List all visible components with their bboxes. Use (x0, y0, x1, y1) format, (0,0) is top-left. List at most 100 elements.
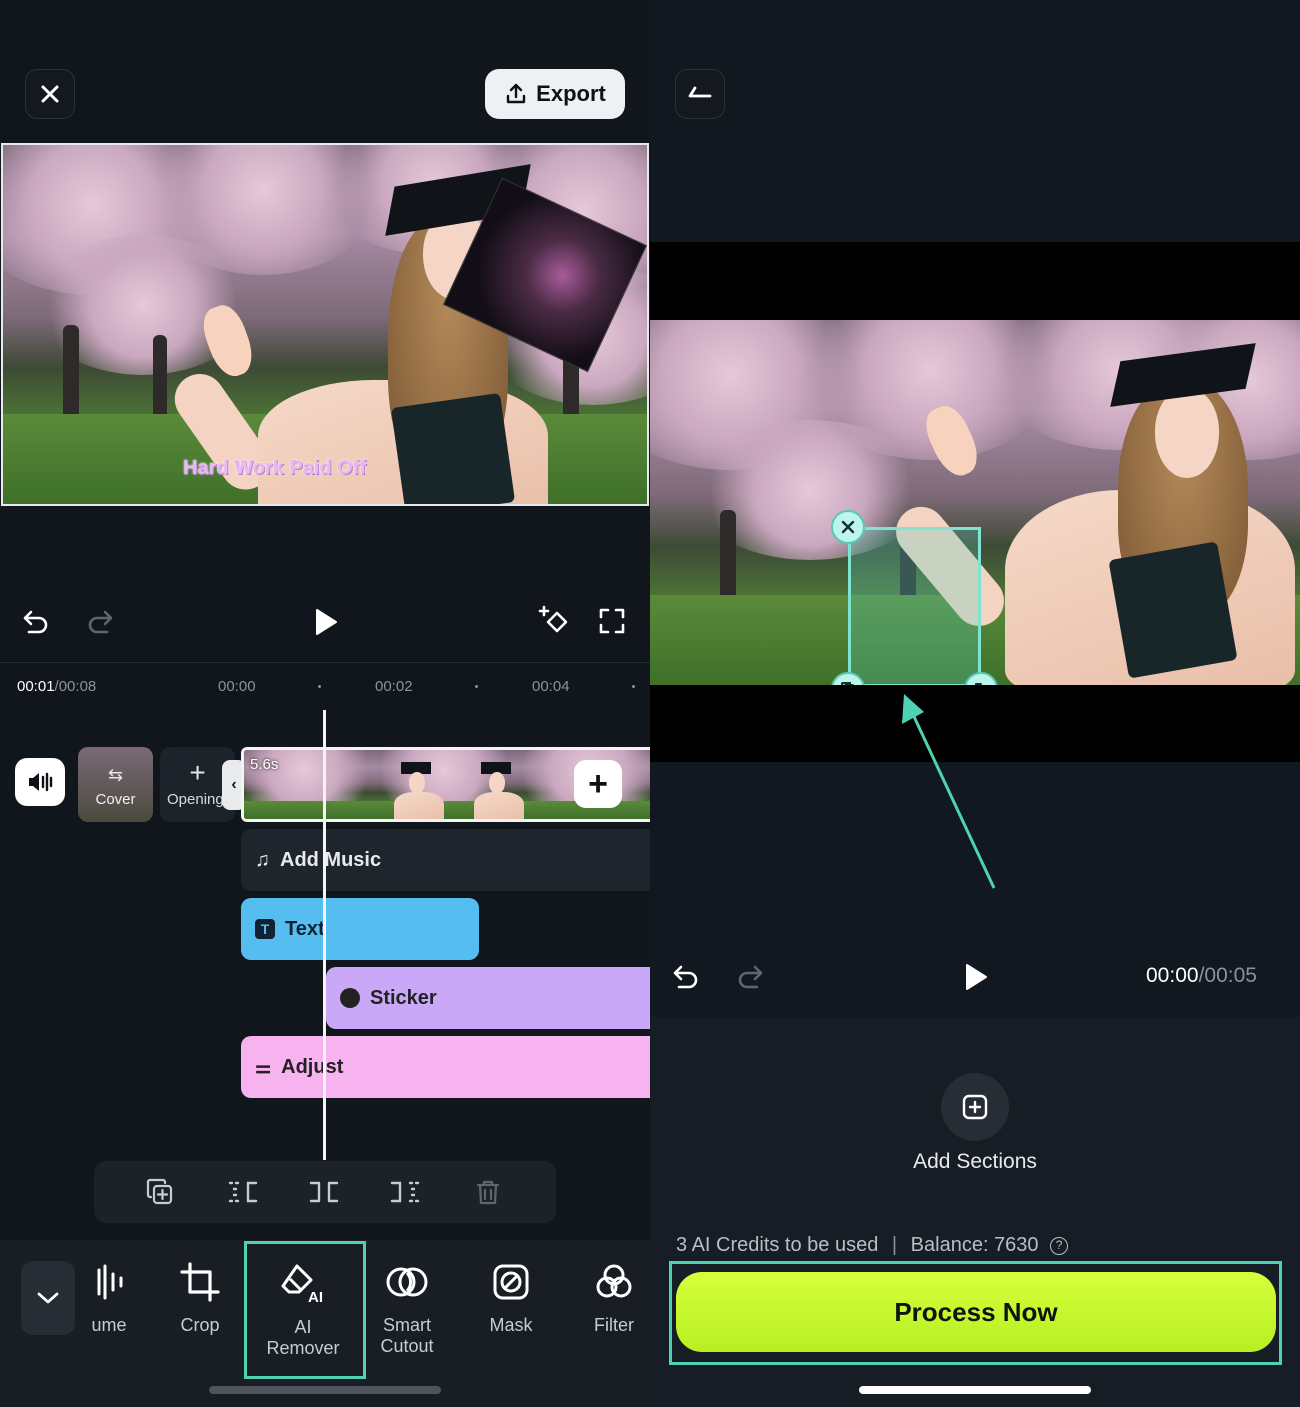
clip-actions-bar (94, 1161, 556, 1223)
home-indicator (209, 1386, 441, 1394)
upload-icon (506, 83, 526, 104)
ruler-dot (632, 685, 635, 688)
process-highlight (669, 1261, 1282, 1365)
removal-selection-box[interactable] (848, 527, 981, 685)
text-track[interactable]: T Text (241, 898, 479, 960)
ai-remover-highlight (244, 1241, 366, 1379)
timeline-time: 00:01/00:08 (17, 678, 96, 695)
adjust-track-label: Adjust (281, 1055, 344, 1078)
home-indicator (859, 1386, 1091, 1394)
opening-label: Opening (167, 791, 224, 808)
chevron-down-icon (37, 1292, 59, 1304)
total-time: /00:05 (1198, 964, 1257, 987)
split-button[interactable] (308, 1176, 340, 1208)
separator: | (891, 1234, 898, 1256)
remove-selection-button[interactable] (831, 510, 865, 544)
video-editor-panel: Export Hard Work Paid Off 00:01/00:08 00… (0, 0, 650, 1407)
close-icon (41, 85, 59, 103)
mask-icon (493, 1264, 529, 1300)
copy-icon (841, 682, 855, 685)
video-preview[interactable]: Hard Work Paid Off (1, 143, 649, 506)
text-track-label: Text (285, 917, 325, 940)
fullscreen-icon (599, 608, 625, 634)
add-music-track[interactable]: ♫ Add Music (241, 829, 650, 891)
tool-volume[interactable]: ume (66, 1262, 152, 1336)
crop-icon (180, 1262, 220, 1302)
keyframe-icon (538, 605, 568, 633)
play-icon (966, 964, 987, 990)
sticker-track[interactable]: Sticker (326, 967, 650, 1029)
sticker-icon (340, 988, 360, 1008)
play-button[interactable] (958, 958, 994, 996)
tool-label: Smart Cutout (380, 1315, 434, 1356)
sticker-track-label: Sticker (370, 986, 437, 1009)
current-time: 00:01 (17, 678, 55, 695)
export-button[interactable]: Export (485, 69, 625, 119)
volume-icon (97, 1264, 123, 1300)
add-sections-label: Add Sections (913, 1150, 1037, 1173)
close-button[interactable] (25, 69, 75, 119)
smart-cutout-icon (386, 1267, 428, 1297)
redo-icon (88, 610, 113, 634)
help-icon[interactable]: ? (1050, 1236, 1069, 1255)
tool-filter[interactable]: Filter (571, 1262, 650, 1336)
balance-text: Balance: 7630 (910, 1234, 1039, 1256)
tool-mask[interactable]: Mask (468, 1262, 554, 1336)
play-icon (316, 609, 337, 635)
undo-icon (23, 610, 48, 634)
add-sections-button[interactable] (941, 1073, 1009, 1141)
cover-label: Cover (95, 791, 136, 808)
video-clip[interactable]: 5.6s + (241, 747, 650, 822)
ai-remover-preview[interactable] (650, 320, 1300, 685)
pointer-arrow (902, 694, 996, 889)
add-square-icon (962, 1094, 988, 1120)
tool-label: Crop (180, 1315, 220, 1335)
add-music-label: Add Music (280, 848, 382, 871)
duplicate-button[interactable] (144, 1176, 176, 1208)
ruler-mark: 00:04 (532, 678, 570, 695)
split-icon (309, 1181, 339, 1203)
delete-button[interactable] (472, 1176, 504, 1208)
speaker-icon (29, 772, 53, 792)
playhead[interactable] (323, 710, 326, 1160)
clip-duration: 5.6s (250, 756, 279, 773)
divider (0, 662, 650, 663)
tool-smart-cutout[interactable]: Smart Cutout (364, 1262, 450, 1357)
video-caption[interactable]: Hard Work Paid Off (183, 457, 366, 480)
credits-text: 3 AI Credits to be used (676, 1234, 879, 1256)
redo-button[interactable] (732, 958, 768, 994)
music-note-icon: ♫ (255, 848, 270, 871)
back-arrow-icon (688, 86, 712, 98)
tool-crop[interactable]: Crop (157, 1262, 243, 1336)
play-button[interactable] (308, 603, 344, 641)
ruler-dot (475, 685, 478, 688)
ruler-dot (318, 685, 321, 688)
filter-icon (596, 1264, 632, 1298)
trim-end-icon (390, 1181, 420, 1203)
redo-button[interactable] (82, 603, 118, 639)
adjust-track[interactable]: ⚌ Adjust (241, 1036, 650, 1098)
undo-icon (673, 965, 698, 989)
keyframe-button[interactable] (536, 603, 574, 641)
current-time: 00:00 (1146, 964, 1199, 987)
tool-label: Filter (594, 1315, 634, 1335)
ruler-mark: 00:00 (218, 678, 256, 695)
trim-start-icon (228, 1181, 258, 1203)
close-icon (841, 520, 855, 534)
duplicate-icon (146, 1178, 173, 1205)
text-icon: T (255, 919, 275, 939)
undo-button[interactable] (18, 603, 54, 639)
add-clip-button[interactable]: + (574, 760, 622, 808)
fullscreen-button[interactable] (595, 604, 629, 638)
mute-button[interactable] (15, 758, 65, 806)
sliders-icon: ⚌ (255, 1056, 272, 1077)
trim-end-button[interactable] (390, 1176, 422, 1208)
total-time: /00:08 (54, 678, 97, 695)
back-button[interactable] (675, 69, 725, 119)
tool-label: ume (91, 1315, 127, 1335)
trim-start-button[interactable] (226, 1176, 258, 1208)
undo-button[interactable] (668, 958, 704, 994)
cover-button[interactable]: ⇆ Cover (78, 747, 153, 822)
credits-info: 3 AI Credits to be used | Balance: 7630 … (676, 1234, 1069, 1257)
export-label: Export (536, 81, 606, 106)
